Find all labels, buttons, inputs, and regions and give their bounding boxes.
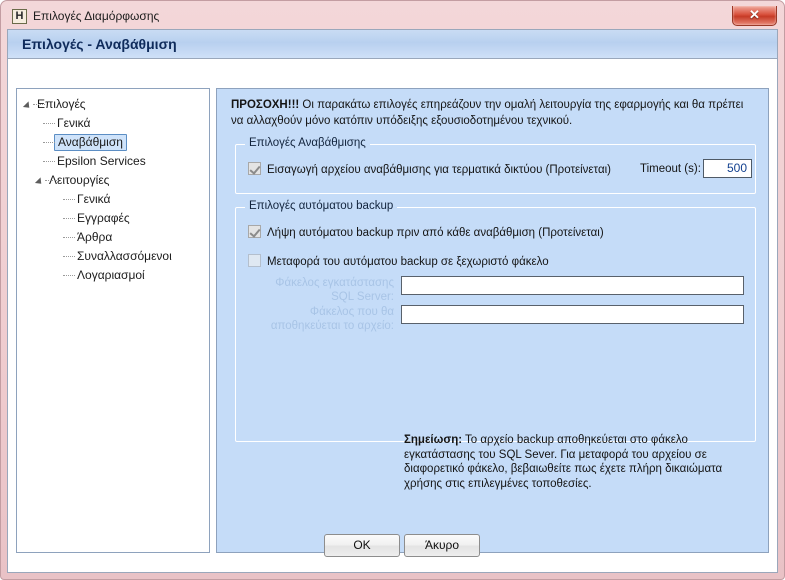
tree-connector xyxy=(43,123,55,124)
dialog-window: H Επιλογές Διαμόρφωσης ✕ Επιλογές - Αναβ… xyxy=(0,0,785,580)
checkbox-row-auto-backup[interactable]: Λήψη αυτόματου backup πριν από κάθε αναβ… xyxy=(248,225,604,240)
tree-item-label: Συναλλασσόμενοι xyxy=(77,249,172,263)
tree-item-label: Λειτουργίες xyxy=(49,173,110,187)
group-title: Επιλογές Αναβάθμισης xyxy=(245,137,370,149)
tree-item-synallassomenoi[interactable]: Συναλλασσόμενοι xyxy=(17,247,209,266)
tree-item-label: Εγγραφές xyxy=(77,211,130,225)
tree-item-label: Λογαριασμοί xyxy=(77,268,145,282)
group-auto-backup-options: Επιλογές αυτόματου backup Λήψη αυτόματου… xyxy=(235,200,756,490)
tree-connector xyxy=(43,161,55,162)
warning-text: ΠΡΟΣΟΧΗ!!! Οι παρακάτω επιλογές επηρεάζο… xyxy=(231,97,756,129)
sql-folder-label-line2: SQL Server: xyxy=(331,291,394,303)
backup-folder-label-line2: αποθηκεύεται το αρχείο: xyxy=(270,320,394,332)
tree-item-epiloges[interactable]: Επιλογές xyxy=(17,95,209,114)
close-button[interactable]: ✕ xyxy=(732,6,777,26)
checkbox-auto-backup[interactable] xyxy=(248,225,261,238)
close-icon: ✕ xyxy=(749,7,760,22)
tree-connector xyxy=(33,104,45,105)
group-title: Επιλογές αυτόματου backup xyxy=(245,200,398,212)
timeout-label: Timeout (s): xyxy=(640,163,701,175)
note-text: Σημείωση: Το αρχείο backup αποθηκεύεται … xyxy=(404,433,744,491)
tree-item-epsilon-services[interactable]: Epsilon Services xyxy=(17,152,209,171)
backup-folder-label: Φάκελος που θα αποθηκεύεται το αρχείο: xyxy=(244,305,394,333)
tree-connector xyxy=(63,275,75,276)
tree-item-label-selected: Αναβάθμιση xyxy=(54,134,127,151)
warning-emphasis: ΠΡΟΣΟΧΗ!!! xyxy=(231,99,300,111)
timeout-input[interactable]: 500 xyxy=(703,159,752,178)
checkbox-terminal-upgrade[interactable] xyxy=(248,162,261,175)
settings-content-panel: ΠΡΟΣΟΧΗ!!! Οι παρακάτω επιλογές επηρεάζο… xyxy=(216,88,769,553)
group-upgrade-options: Επιλογές Αναβάθμισης Εισαγωγή αρχείου αν… xyxy=(235,137,756,194)
page-title: Επιλογές - Αναβάθμιση xyxy=(22,36,177,52)
tree-connector xyxy=(63,237,75,238)
cancel-button[interactable]: Άκυρο xyxy=(404,534,480,557)
expand-arrow-icon[interactable] xyxy=(22,101,33,111)
tree-item-label: Γενικά xyxy=(77,192,111,206)
tree-item-anavathmisi[interactable]: Αναβάθμιση xyxy=(17,133,209,152)
window-title: Επιλογές Διαμόρφωσης xyxy=(33,9,160,23)
tree-item-logariasmoi[interactable]: Λογαριασμοί xyxy=(17,266,209,285)
note-emphasis: Σημείωση: xyxy=(404,434,463,446)
app-icon: H xyxy=(12,9,27,24)
dialog-footer: OK Άκυρο xyxy=(8,524,777,572)
tree-item-label: Άρθρα xyxy=(77,230,113,244)
checkbox-label: Μεταφορά του αυτόματου backup σε ξεχωρισ… xyxy=(267,256,549,268)
checkbox-row-move-backup[interactable]: Μεταφορά του αυτόματου backup σε ξεχωρισ… xyxy=(248,254,549,269)
tree-item-leitourgies[interactable]: Λειτουργίες xyxy=(17,171,209,190)
tree-connector xyxy=(63,218,75,219)
tree-item-label: Epsilon Services xyxy=(57,154,146,168)
tree-item-arthra[interactable]: Άρθρα xyxy=(17,228,209,247)
page-header: Επιλογές - Αναβάθμιση xyxy=(8,30,777,59)
backup-folder-input[interactable] xyxy=(401,305,744,324)
client-area: Επιλογές - Αναβάθμιση Επιλογές Γενικά Αν… xyxy=(7,29,778,573)
checkbox-label: Λήψη αυτόματου backup πριν από κάθε αναβ… xyxy=(267,227,604,239)
backup-folder-label-line1: Φάκελος που θα xyxy=(309,306,394,318)
sql-folder-label: Φάκελος εγκατάστασης SQL Server: xyxy=(254,276,394,304)
tree-connector xyxy=(43,142,55,143)
tree-item-genika[interactable]: Γενικά xyxy=(17,114,209,133)
checkbox-row-terminal-upgrade[interactable]: Εισαγωγή αρχείου αναβάθμισης για τερματι… xyxy=(248,162,611,177)
tree-item-eggrafes[interactable]: Εγγραφές xyxy=(17,209,209,228)
tree-connector xyxy=(63,199,75,200)
window-inner: H Επιλογές Διαμόρφωσης ✕ Επιλογές - Αναβ… xyxy=(4,4,781,576)
checkbox-move-backup[interactable] xyxy=(248,254,261,267)
tree-item-genika-2[interactable]: Γενικά xyxy=(17,190,209,209)
tree-connector xyxy=(63,256,75,257)
ok-button[interactable]: OK xyxy=(324,534,400,557)
expand-arrow-icon[interactable] xyxy=(34,177,45,187)
title-bar: H Επιλογές Διαμόρφωσης ✕ xyxy=(4,4,781,29)
tree-connector xyxy=(45,180,57,181)
tree-item-label: Γενικά xyxy=(57,116,91,130)
navigation-tree: Επιλογές Γενικά Αναβάθμιση Epsilon Servi… xyxy=(17,95,209,285)
checkbox-label: Εισαγωγή αρχείου αναβάθμισης για τερματι… xyxy=(267,164,611,176)
warning-body: Οι παρακάτω επιλογές επηρεάζουν την ομαλ… xyxy=(231,99,744,127)
sql-folder-label-line1: Φάκελος εγκατάστασης xyxy=(275,277,394,289)
navigation-tree-panel[interactable]: Επιλογές Γενικά Αναβάθμιση Epsilon Servi… xyxy=(16,88,210,553)
sql-folder-input[interactable] xyxy=(401,276,744,295)
